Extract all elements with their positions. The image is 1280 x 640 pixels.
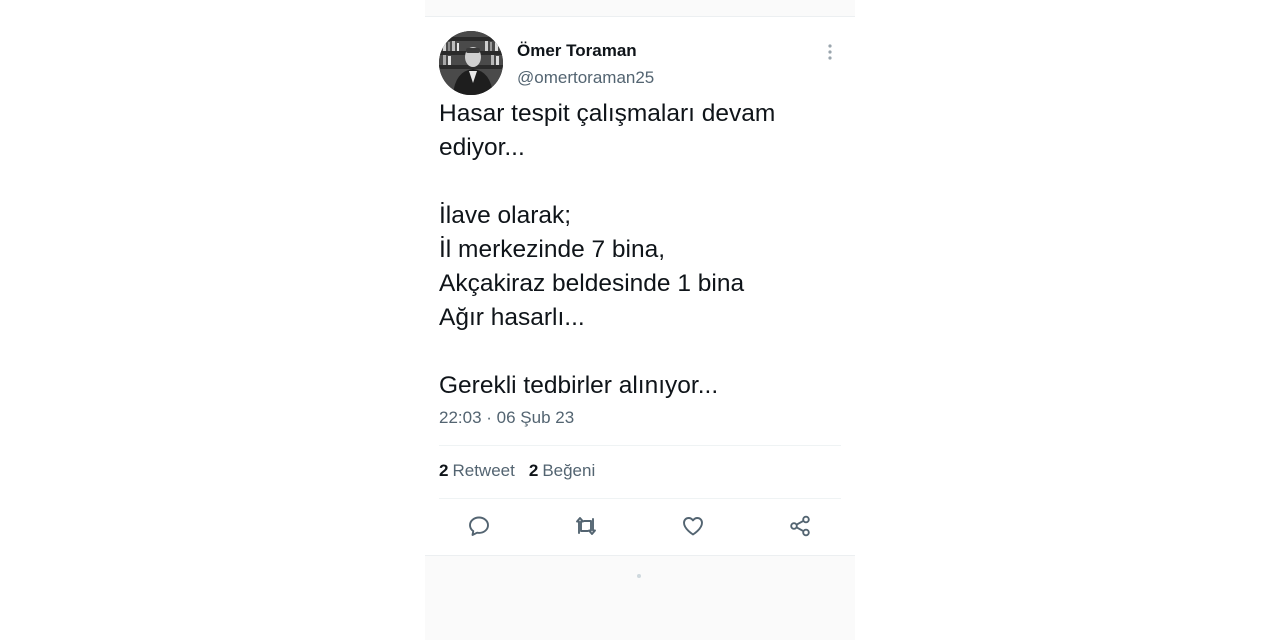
share-icon	[790, 515, 810, 537]
retweets-stat[interactable]: 2 Retweet	[439, 461, 515, 481]
reply-button[interactable]	[464, 511, 494, 541]
author-avatar[interactable]	[439, 31, 503, 95]
tweet-text-line: İlave olarak;	[439, 202, 572, 229]
tweet-text-line: Hasar tespit çalışmaları devam	[439, 100, 776, 127]
share-button[interactable]	[785, 511, 815, 541]
likes-count: 2	[528, 461, 539, 480]
scroll-indicator	[637, 574, 641, 578]
retweet-button[interactable]	[571, 511, 601, 541]
retweets-label: Retweet	[452, 461, 515, 480]
tweet-text-line: Ağır hasarlı...	[439, 304, 585, 331]
divider	[439, 445, 841, 446]
tweet-text-line: Gerekli tedbirler alınıyor...	[439, 372, 719, 399]
tweet-timestamp[interactable]: 22:03 · 06 Şub 23	[439, 408, 574, 428]
author-name[interactable]: Ömer Toraman	[517, 41, 637, 61]
heart-icon	[683, 517, 703, 536]
author-handle[interactable]: @omertoraman25	[517, 68, 654, 88]
tweet-actions	[439, 511, 841, 541]
avatar-photo	[439, 31, 503, 95]
tweet-text-line: Akçakiraz beldesinde 1 bina	[439, 270, 745, 297]
tweet-text-line: İl merkezinde 7 bina,	[439, 236, 666, 263]
likes-stat[interactable]: 2 Beğeni	[529, 461, 595, 481]
reply-icon	[469, 516, 489, 536]
retweet-icon	[576, 517, 596, 535]
tweet-card: Ömer Toraman @omertoraman25 Hasar tespit…	[425, 16, 855, 556]
more-options-button[interactable]	[819, 39, 841, 65]
more-vertical-icon	[828, 44, 832, 60]
tweet-panel: Ömer Toraman @omertoraman25 Hasar tespit…	[425, 0, 855, 640]
tweet-text: Hasar tespit çalışmaları devam ediyor...…	[439, 97, 844, 403]
likes-label: Beğeni	[542, 461, 596, 480]
divider	[439, 498, 841, 499]
like-button[interactable]	[678, 511, 708, 541]
tweet-text-line: ediyor...	[439, 134, 525, 161]
retweets-count: 2	[439, 461, 449, 480]
tweet-stats: 2 Retweet 2 Beğeni	[439, 461, 595, 481]
